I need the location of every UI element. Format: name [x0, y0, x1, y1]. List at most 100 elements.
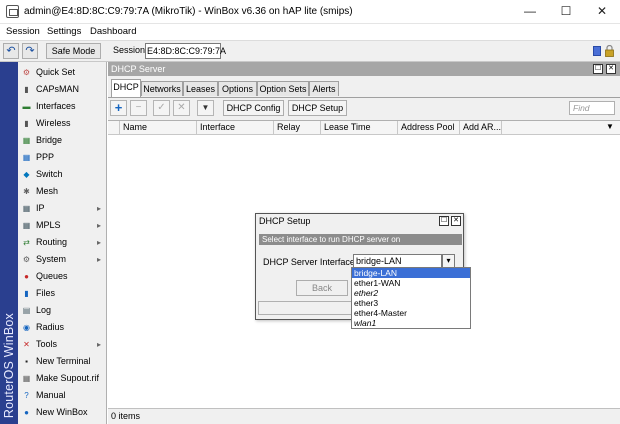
column-header-name[interactable]: Name: [120, 121, 197, 135]
sidebar-item-make-supout-rif[interactable]: ▦ Make Supout.rif: [18, 370, 107, 387]
column-header-interface[interactable]: Interface: [197, 121, 274, 135]
sidebar-icon: ✕: [23, 340, 30, 349]
sidebar-item-system[interactable]: ⚙ System ▸: [18, 251, 107, 268]
sidebar-item-new-terminal[interactable]: ▪ New Terminal: [18, 353, 107, 370]
safe-mode-button[interactable]: Safe Mode: [46, 43, 101, 59]
tab-option-sets[interactable]: Option Sets: [257, 81, 309, 96]
menu-bar: Session Settings Dashboard: [0, 24, 620, 40]
sidebar-item-switch[interactable]: ◆ Switch: [18, 166, 107, 183]
sidebar-item-bridge[interactable]: ▦ Bridge: [18, 132, 107, 149]
columns-dropdown-icon[interactable]: ▼: [606, 122, 614, 131]
undo-button[interactable]: ↶: [3, 43, 19, 59]
sidebar-item-quick-set[interactable]: ⚙ Quick Set: [18, 64, 107, 81]
add-button[interactable]: +: [110, 100, 127, 116]
sidebar-item-manual[interactable]: ? Manual: [18, 387, 107, 404]
menu-settings[interactable]: Settings: [47, 26, 81, 37]
sidebar-item-radius[interactable]: ◉ Radius: [18, 319, 107, 336]
minimize-button[interactable]: —: [512, 0, 548, 24]
sidebar-icon: ▦: [22, 221, 31, 230]
submenu-arrow-icon: ▸: [96, 238, 101, 247]
submenu-arrow-icon: ▸: [96, 221, 101, 230]
filter-button[interactable]: ▼: [197, 100, 214, 116]
sidebar-item-label: System: [36, 254, 67, 264]
column-header-filler: [502, 121, 620, 135]
column-header-add-arp[interactable]: Add AR...: [460, 121, 502, 135]
dhcp-window-maximize-button[interactable]: ☐: [593, 64, 603, 74]
enable-button[interactable]: ✓: [153, 100, 170, 116]
sidebar-item-capsman[interactable]: ▮ CAPsMAN: [18, 81, 107, 98]
sidebar-item-routing[interactable]: ⇄ Routing ▸: [18, 234, 107, 251]
submenu-arrow-icon: ▸: [96, 340, 101, 349]
dhcp-server-interface-select[interactable]: bridge-LAN: [353, 254, 442, 268]
sidebar-icon: ⚙: [22, 255, 31, 264]
submenu-arrow-icon: ▸: [96, 255, 101, 264]
sidebar-item-label: New Terminal: [36, 356, 91, 366]
dialog-instruction-banner: Select interface to run DHCP server on: [259, 234, 462, 245]
sidebar-item-log[interactable]: ▤ Log: [18, 302, 107, 319]
dialog-title: DHCP Setup: [256, 214, 463, 229]
sidebar-item-ip[interactable]: ▦ IP ▸: [18, 200, 107, 217]
dialog-close-button[interactable]: ✕: [451, 216, 461, 226]
sidebar-item-label: Files: [36, 288, 56, 298]
sidebar-item-interfaces[interactable]: ▬ Interfaces: [18, 98, 107, 115]
sidebar-item-label: Wireless: [36, 118, 71, 128]
menu-dashboard[interactable]: Dashboard: [90, 26, 136, 37]
sidebar-item-label: Log: [36, 305, 52, 315]
column-header-relay[interactable]: Relay: [274, 121, 321, 135]
dhcp-server-interface-label: DHCP Server Interface:: [263, 257, 358, 267]
lock-icon: [605, 45, 614, 57]
back-button[interactable]: Back: [296, 280, 348, 296]
sidebar-icon: ▮: [24, 289, 29, 298]
tab-networks[interactable]: Networks: [141, 81, 183, 96]
toolbar: ↶ ↷ Safe Mode Session: E4:8D:8C:C9:79:7A: [0, 40, 620, 62]
menu-session[interactable]: Session: [6, 26, 40, 37]
sidebar-icon: ?: [24, 391, 29, 400]
sidebar-item-new-winbox[interactable]: ● New WinBox: [18, 404, 107, 421]
sidebar-item-queues[interactable]: ● Queues: [18, 268, 107, 285]
tab-alerts[interactable]: Alerts: [309, 81, 339, 96]
remove-button[interactable]: −: [130, 100, 147, 116]
sidebar-icon: ◆: [23, 170, 30, 179]
sidebar-item-ppp[interactable]: ▦ PPP: [18, 149, 107, 166]
interface-dropdown-arrow-icon[interactable]: ▾: [442, 254, 455, 268]
sidebar-item-mesh[interactable]: ✱ Mesh: [18, 183, 107, 200]
title-bar: admin@E4:8D:8C:C9:79:7A (MikroTik) - Win…: [0, 0, 620, 24]
sidebar-item-label: IP: [36, 203, 45, 213]
tab-dhcp[interactable]: DHCP: [111, 79, 141, 97]
column-header-address-pool[interactable]: Address Pool: [398, 121, 460, 135]
sidebar-item-tools[interactable]: ✕ Tools ▸: [18, 336, 107, 353]
sidebar-item-label: Mesh: [36, 186, 59, 196]
dropdown-option[interactable]: ether1-WAN: [352, 278, 470, 288]
close-button[interactable]: ✕: [584, 0, 620, 24]
session-field[interactable]: E4:8D:8C:C9:79:7A: [145, 43, 226, 59]
sidebar-icon: ▦: [22, 153, 31, 162]
tab-leases[interactable]: Leases: [183, 81, 218, 96]
column-header-lease-time[interactable]: Lease Time: [321, 121, 398, 135]
dropdown-option[interactable]: ether2: [352, 288, 470, 298]
brand-text: RouterOS WinBox: [2, 312, 16, 418]
find-input[interactable]: Find: [569, 101, 615, 115]
dhcp-setup-button[interactable]: DHCP Setup: [288, 100, 347, 116]
dropdown-option[interactable]: wlan1: [352, 318, 470, 328]
disable-button[interactable]: ✕: [173, 100, 190, 116]
dhcp-window-close-button[interactable]: ✕: [606, 64, 616, 74]
sidebar-icon: ▮: [24, 119, 29, 128]
sidebar-icon: ✱: [23, 187, 30, 196]
submenu-arrow-icon: ▸: [96, 204, 101, 213]
dhcp-config-button[interactable]: DHCP Config: [223, 100, 284, 116]
status-bar: 0 items: [108, 408, 620, 424]
dialog-maximize-button[interactable]: ☐: [439, 216, 449, 226]
redo-button[interactable]: ↷: [22, 43, 38, 59]
sidebar-item-mpls[interactable]: ▦ MPLS ▸: [18, 217, 107, 234]
tab-options[interactable]: Options: [218, 81, 257, 96]
dropdown-option[interactable]: ether3: [352, 298, 470, 308]
sidebar-icon: ▦: [22, 374, 31, 383]
sidebar-item-files[interactable]: ▮ Files: [18, 285, 107, 302]
sidebar-icon: ▮: [24, 85, 29, 94]
dropdown-option[interactable]: bridge-LAN: [352, 268, 470, 278]
sidebar-icon: ▦: [22, 136, 31, 145]
dropdown-option[interactable]: ether4-Master: [352, 308, 470, 318]
sidebar-item-wireless[interactable]: ▮ Wireless: [18, 115, 107, 132]
sidebar-item-label: New WinBox: [36, 407, 88, 417]
maximize-button[interactable]: ☐: [548, 0, 584, 24]
